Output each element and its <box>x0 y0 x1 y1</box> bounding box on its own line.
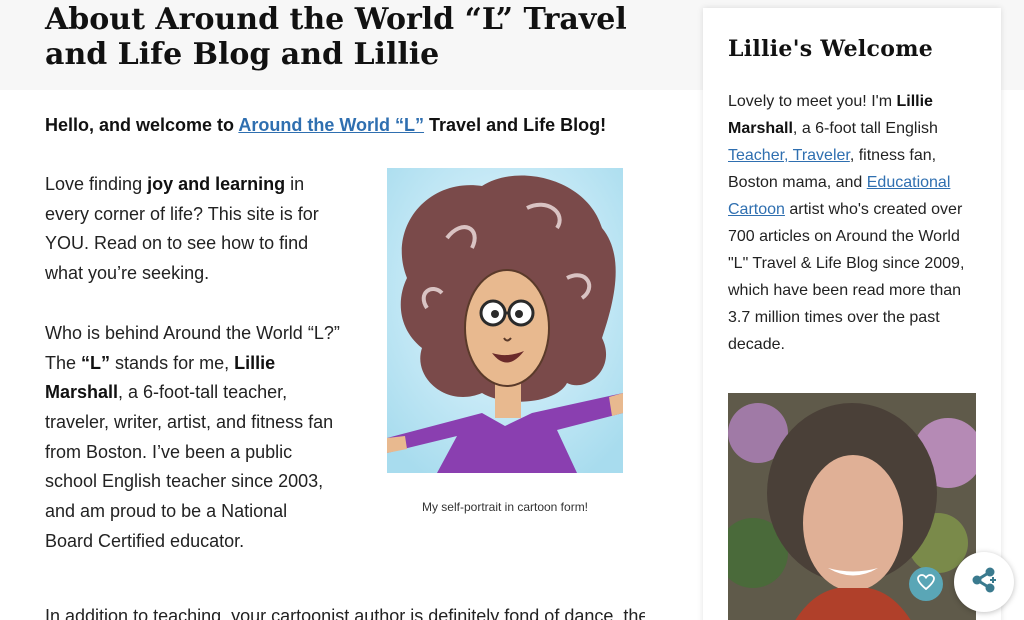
p2-text-b: stands for me, <box>110 352 235 373</box>
share-button[interactable] <box>954 552 1014 612</box>
paragraph-joy: Love finding joy and learning in every c… <box>45 170 340 289</box>
intro-prefix: Hello, and welcome to <box>45 115 239 135</box>
share-icon <box>968 564 1000 601</box>
intro-text: Hello, and welcome to Around the World “… <box>45 110 645 140</box>
sidebar-text: Lovely to meet you! I'm Lillie Marshall,… <box>728 88 983 358</box>
heart-icon <box>917 573 935 595</box>
sidebar-title: Lillie's Welcome <box>728 36 934 62</box>
p1-text-a: Love finding <box>45 174 148 194</box>
sb-text-1: Lovely to meet you! I'm <box>728 93 897 110</box>
blog-home-link[interactable]: Around the World “L” <box>238 115 424 135</box>
favorite-button[interactable] <box>909 567 943 601</box>
page-title: About Around the World “L” Travel and Li… <box>45 2 627 72</box>
teacher-traveler-link[interactable]: Teacher, Traveler <box>728 147 850 164</box>
partial-paragraph: In addition to teaching, your cartoonist… <box>45 606 645 620</box>
about-text: Love finding joy and learning in every c… <box>45 170 340 586</box>
paragraph-who: Who is behind Around the World “L?” The … <box>45 319 340 557</box>
intro-line: Hello, and welcome to Around the World “… <box>45 110 645 140</box>
cartoon-figure <box>387 168 623 473</box>
p2-text-c: , a 6-foot-tall teacher, traveler, write… <box>45 382 334 551</box>
figure-caption: My self-portrait in cartoon form! <box>421 500 589 514</box>
sb-text-2: , a 6-foot tall English <box>792 120 938 137</box>
cartoon-portrait <box>387 168 623 473</box>
intro-suffix: Travel and Life Blog! <box>424 115 607 135</box>
sidebar-welcome: Lillie's Welcome Lovely to meet you! I'm… <box>703 8 1001 620</box>
p2-bold-l: “L” <box>81 352 111 373</box>
sb-text-4: artist who's created over 700 articles o… <box>728 201 965 353</box>
p1-bold: joy and learning <box>147 174 286 194</box>
